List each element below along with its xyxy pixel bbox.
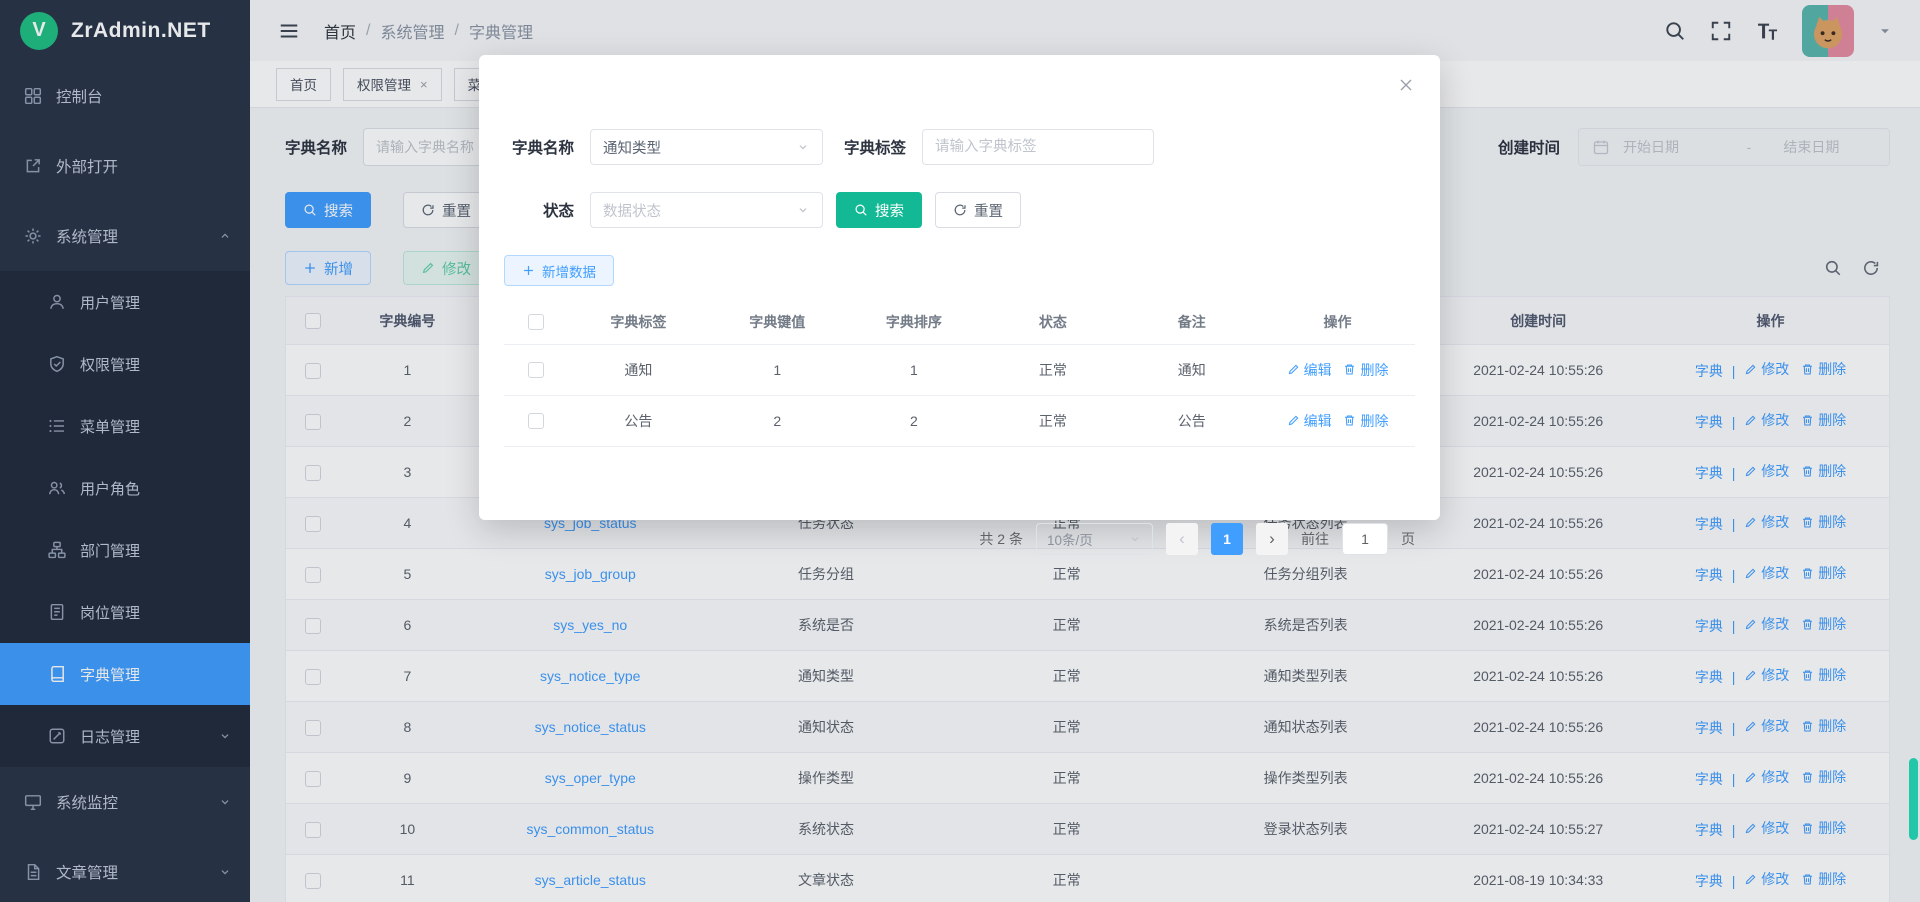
- dict-data-dialog: 字典名称 通知类型 字典标签 状态 数据状态 搜索 重置 新增数据: [479, 55, 1440, 520]
- close-icon[interactable]: [1398, 77, 1414, 93]
- dict-label-input[interactable]: [922, 129, 1154, 165]
- pencil-icon: [1287, 363, 1300, 376]
- dict-label-label: 字典标签: [823, 136, 906, 158]
- search-icon: [854, 203, 868, 217]
- dict-label-cell: 公告: [568, 395, 709, 446]
- page-scrollbar-thumb[interactable]: [1909, 758, 1918, 840]
- dialog-table-row: 通知 1 1 正常 通知 编辑 删除: [504, 344, 1415, 395]
- edit-row-link[interactable]: 编辑: [1287, 411, 1332, 431]
- dialog-table-row: 公告 2 2 正常 公告 编辑 删除: [504, 395, 1415, 446]
- dict-name-select[interactable]: 通知类型: [590, 129, 823, 165]
- selected-value: 通知类型: [603, 137, 661, 158]
- page-unit-label: 页: [1401, 529, 1415, 549]
- status-select[interactable]: 数据状态: [590, 192, 823, 228]
- prev-page-button[interactable]: ‹: [1166, 523, 1198, 555]
- dict-label-cell: 通知: [568, 344, 709, 395]
- dialog-toolbar: 新增数据: [504, 255, 614, 286]
- dialog-filter-row-1: 字典名称 通知类型 字典标签: [504, 129, 1154, 165]
- remark-cell: 通知: [1123, 344, 1260, 395]
- edit-row-link[interactable]: 编辑: [1287, 360, 1332, 380]
- col-dict-sort: 字典排序: [846, 300, 983, 344]
- chevron-down-icon: [796, 203, 810, 217]
- status-label: 状态: [504, 199, 574, 221]
- dialog-reset-button[interactable]: 重置: [935, 192, 1021, 228]
- dict-name-label: 字典名称: [504, 136, 574, 158]
- page-size-select[interactable]: 10条/页: [1036, 523, 1153, 555]
- next-page-button[interactable]: ›: [1256, 523, 1288, 555]
- dialog-reset-label: 重置: [974, 200, 1003, 221]
- col-status: 状态: [982, 300, 1123, 344]
- dict-sort-cell: 2: [846, 395, 983, 446]
- goto-page-input[interactable]: [1342, 523, 1388, 555]
- trash-icon: [1343, 363, 1356, 376]
- refresh-icon: [953, 203, 967, 217]
- actions-cell: 编辑 删除: [1260, 395, 1415, 446]
- edit-label: 编辑: [1304, 411, 1332, 431]
- col-actions: 操作: [1260, 300, 1415, 344]
- dict-data-table: 字典标签 字典键值 字典排序 状态 备注 操作 通知 1 1 正常 通知: [504, 300, 1415, 447]
- chevron-down-icon: [796, 140, 810, 154]
- pencil-icon: [1287, 414, 1300, 427]
- status-cell: 正常: [982, 395, 1123, 446]
- pagination-total: 共 2 条: [979, 529, 1023, 549]
- dialog-search-label: 搜索: [875, 200, 904, 221]
- page-1-button[interactable]: 1: [1211, 523, 1243, 555]
- dialog-filter-row-2: 状态 数据状态 搜索 重置: [504, 192, 1021, 228]
- delete-row-link[interactable]: 删除: [1343, 411, 1388, 431]
- dialog-search-button[interactable]: 搜索: [836, 192, 922, 228]
- dialog-table-header: 字典标签 字典键值 字典排序 状态 备注 操作: [504, 300, 1415, 344]
- trash-icon: [1343, 414, 1356, 427]
- select-all-checkbox[interactable]: [528, 314, 544, 330]
- delete-label: 删除: [1360, 411, 1388, 431]
- dialog-pagination: 共 2 条 10条/页 ‹ 1 › 前往 页: [979, 523, 1415, 555]
- col-dict-label: 字典标签: [568, 300, 709, 344]
- dict-value-cell: 1: [709, 344, 846, 395]
- add-data-label: 新增数据: [542, 261, 596, 281]
- dict-value-cell: 2: [709, 395, 846, 446]
- add-data-button[interactable]: 新增数据: [504, 255, 614, 286]
- col-remark: 备注: [1123, 300, 1260, 344]
- select-placeholder: 数据状态: [603, 200, 661, 221]
- remark-cell: 公告: [1123, 395, 1260, 446]
- goto-label: 前往: [1301, 529, 1329, 549]
- actions-cell: 编辑 删除: [1260, 344, 1415, 395]
- plus-icon: [522, 264, 535, 277]
- delete-label: 删除: [1360, 360, 1388, 380]
- col-dict-value: 字典键值: [709, 300, 846, 344]
- delete-row-link[interactable]: 删除: [1343, 360, 1388, 380]
- dict-sort-cell: 1: [846, 344, 983, 395]
- status-cell: 正常: [982, 344, 1123, 395]
- row-checkbox[interactable]: [528, 413, 544, 429]
- edit-label: 编辑: [1304, 360, 1332, 380]
- row-checkbox[interactable]: [528, 362, 544, 378]
- chevron-down-icon: [1128, 532, 1142, 546]
- page-size-value: 10条/页: [1047, 529, 1093, 549]
